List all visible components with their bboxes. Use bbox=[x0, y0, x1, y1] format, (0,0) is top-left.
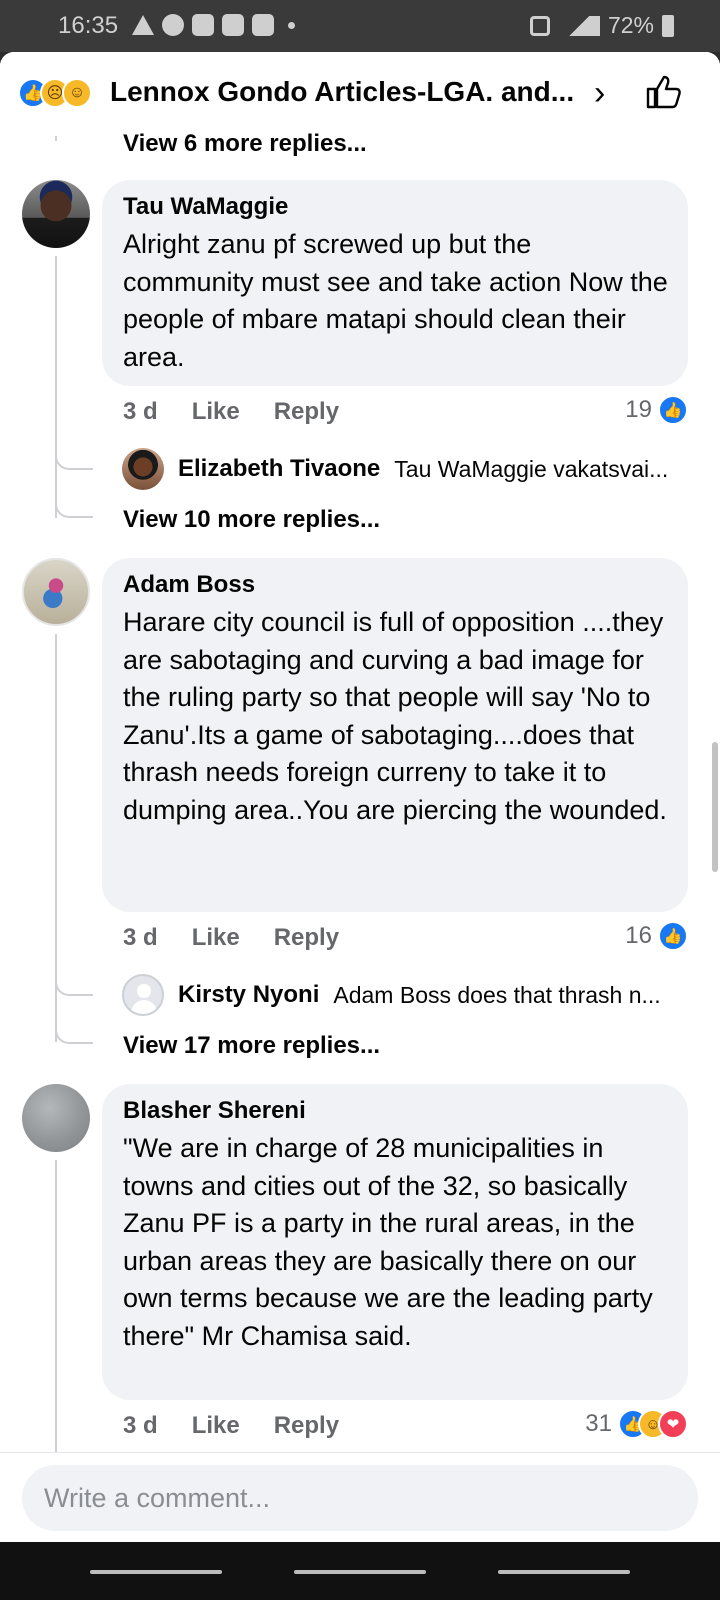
more-notifications-icon bbox=[288, 21, 295, 29]
love-reaction-icon: ❤ bbox=[658, 1409, 688, 1439]
mute-icon bbox=[529, 15, 550, 36]
download-icon bbox=[252, 14, 274, 36]
system-icons: 72% bbox=[529, 12, 674, 39]
reply-author: Kirsty Nyoni bbox=[178, 981, 320, 1008]
comments-header: 👍 ☹ ☺ Lennox Gondo Articles-LGA. and... … bbox=[0, 52, 720, 136]
status-bar: 16:35 72% bbox=[0, 0, 720, 52]
battery-icon bbox=[662, 14, 674, 37]
avatar bbox=[122, 448, 164, 490]
reaction-count-value: 19 bbox=[625, 396, 652, 423]
comment-bubble[interactable]: Adam Boss Harare city council is full of… bbox=[102, 558, 688, 912]
comments-sheet: 👍 ☹ ☺ Lennox Gondo Articles-LGA. and... … bbox=[0, 52, 720, 1542]
comment-actions: 3 d Like Reply bbox=[123, 398, 339, 426]
system-navigation-bar bbox=[0, 1542, 720, 1600]
home-button[interactable] bbox=[294, 1570, 426, 1574]
avatar[interactable] bbox=[22, 180, 90, 248]
post-title[interactable]: Lennox Gondo Articles-LGA. and... bbox=[110, 76, 574, 108]
reaction-count-value: 16 bbox=[625, 922, 652, 949]
thread-connector bbox=[55, 136, 93, 141]
back-button[interactable] bbox=[498, 1570, 630, 1574]
youtube-icon bbox=[222, 14, 244, 36]
reaction-count[interactable]: 19 👍 bbox=[625, 395, 688, 425]
reply-preview[interactable]: Elizabeth Tivaone Tau WaMaggie vakatsvai… bbox=[122, 448, 668, 490]
warning-icon bbox=[132, 15, 154, 35]
comment-actions: 3 d Like Reply bbox=[123, 1412, 339, 1440]
like-button[interactable] bbox=[644, 72, 684, 112]
thread-connector bbox=[55, 978, 93, 996]
view-more-replies-link[interactable]: View 6 more replies... bbox=[123, 130, 367, 158]
reaction-count[interactable]: 16 👍 bbox=[625, 921, 688, 951]
comment-text: Alright zanu pf screwed up but the commu… bbox=[123, 229, 668, 372]
comment-bubble[interactable]: Tau WaMaggie Alright zanu pf screwed up … bbox=[102, 180, 688, 386]
reply-link[interactable]: Reply bbox=[274, 1412, 339, 1440]
reply-author: Elizabeth Tivaone bbox=[178, 455, 381, 482]
comment-input[interactable]: Write a comment... bbox=[22, 1465, 698, 1531]
comment-bubble[interactable]: Blasher Shereni "We are in charge of 28 … bbox=[102, 1084, 688, 1400]
reply-link[interactable]: Reply bbox=[274, 398, 339, 426]
comment-actions: 3 d Like Reply bbox=[123, 924, 339, 952]
facebook-icon bbox=[162, 14, 184, 36]
signal-icon bbox=[557, 15, 600, 36]
comment-text: Harare city council is full of oppositio… bbox=[123, 607, 667, 825]
comment-author[interactable]: Adam Boss bbox=[123, 570, 668, 600]
avatar bbox=[122, 974, 164, 1016]
like-reaction-icon: 👍 bbox=[658, 395, 688, 425]
comment-age[interactable]: 3 d bbox=[123, 398, 158, 426]
reply-link[interactable]: Reply bbox=[274, 924, 339, 952]
like-link[interactable]: Like bbox=[192, 1412, 240, 1440]
avatar[interactable] bbox=[22, 1084, 90, 1152]
notification-icons bbox=[132, 14, 295, 36]
reply-preview[interactable]: Kirsty Nyoni Adam Boss does that thrash … bbox=[122, 974, 661, 1016]
like-link[interactable]: Like bbox=[192, 924, 240, 952]
reply-text: Adam Boss does that thrash n... bbox=[333, 981, 661, 1008]
comment-age[interactable]: 3 d bbox=[123, 1412, 158, 1440]
recents-button[interactable] bbox=[90, 1570, 222, 1574]
view-more-replies-link[interactable]: View 10 more replies... bbox=[123, 506, 380, 534]
comment-author[interactable]: Blasher Shereni bbox=[123, 1096, 668, 1126]
thread-connector bbox=[55, 996, 93, 1044]
reaction-summary[interactable]: 👍 ☹ ☺ bbox=[18, 78, 92, 108]
like-reaction-icon: 👍 bbox=[658, 921, 688, 951]
thread-connector bbox=[55, 470, 93, 518]
reaction-count[interactable]: 31 👍 ☺ ❤ bbox=[585, 1409, 688, 1439]
thread-connector bbox=[55, 452, 93, 470]
reaction-count-value: 31 bbox=[585, 1410, 612, 1437]
comment-text: "We are in charge of 28 municipalities i… bbox=[123, 1133, 653, 1351]
battery-level: 72% bbox=[607, 12, 654, 38]
haha-reaction-icon: ☺ bbox=[62, 78, 92, 108]
thread-line bbox=[55, 1160, 57, 1460]
like-link[interactable]: Like bbox=[192, 398, 240, 426]
comment-composer-bar: Write a comment... bbox=[0, 1452, 720, 1542]
comment-age[interactable]: 3 d bbox=[123, 924, 158, 952]
status-time: 16:35 bbox=[58, 12, 119, 39]
chevron-right-icon[interactable]: › bbox=[594, 74, 605, 113]
scrollbar[interactable] bbox=[712, 742, 718, 872]
avatar[interactable] bbox=[22, 558, 90, 626]
comment-author[interactable]: Tau WaMaggie bbox=[123, 192, 668, 222]
youtube-icon bbox=[192, 14, 214, 36]
view-more-replies-link[interactable]: View 17 more replies... bbox=[123, 1032, 380, 1060]
reply-text: Tau WaMaggie vakatsvai... bbox=[394, 455, 669, 482]
